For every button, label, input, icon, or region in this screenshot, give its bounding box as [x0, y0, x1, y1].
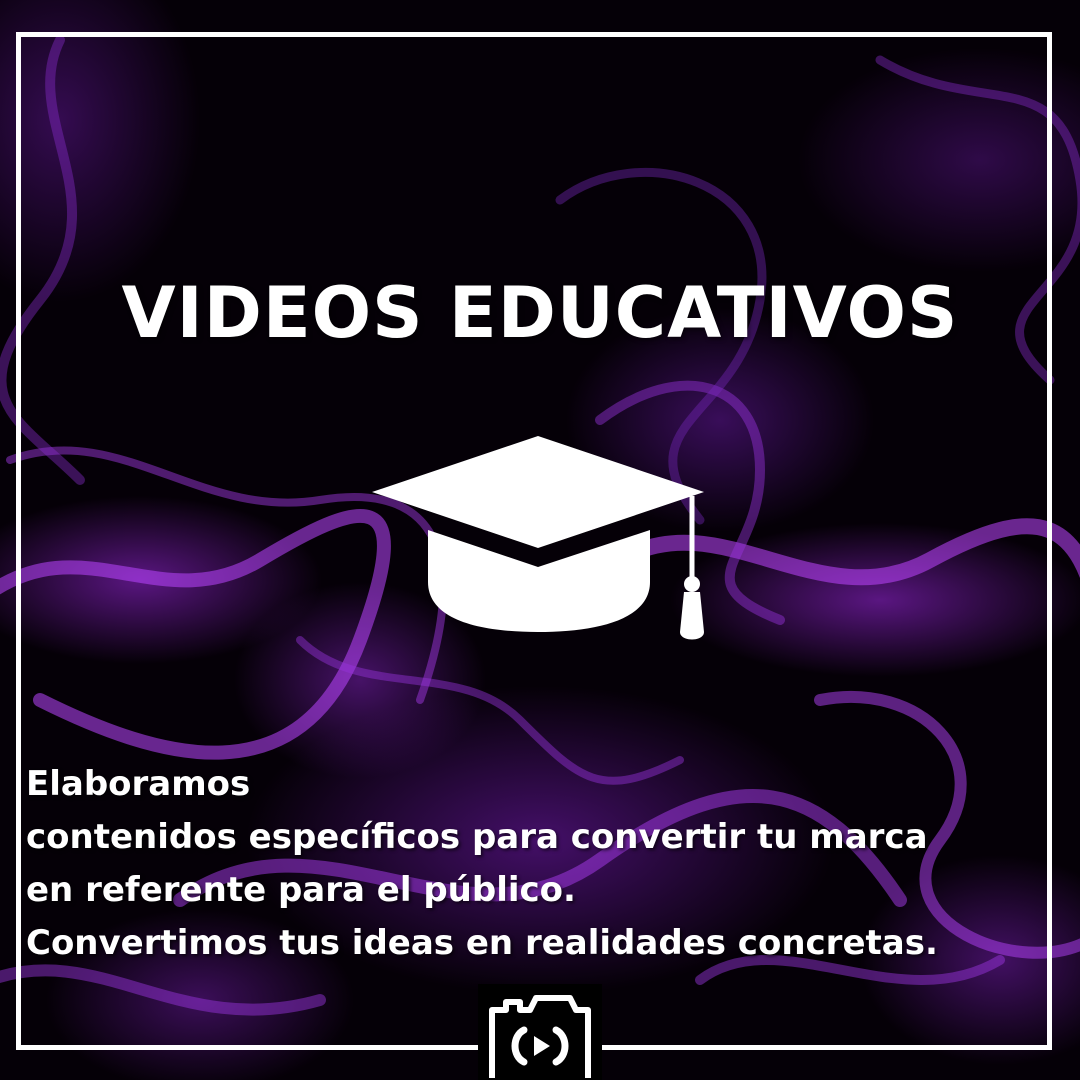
- description-line-2: contenidos específicos para convertir tu…: [26, 817, 928, 857]
- page-title: VIDEOS EDUCATIVOS: [121, 272, 959, 354]
- description-line-4: Convertimos tus ideas en realidades conc…: [26, 923, 938, 963]
- description-line-1: Elaboramos: [26, 764, 251, 804]
- graduation-cap-icon: [372, 436, 704, 640]
- description-text: Elaboramos contenidos específicos para c…: [26, 758, 1066, 970]
- description-line-3: en referente para el público.: [26, 870, 576, 910]
- camera-logo-icon: [489, 995, 591, 1078]
